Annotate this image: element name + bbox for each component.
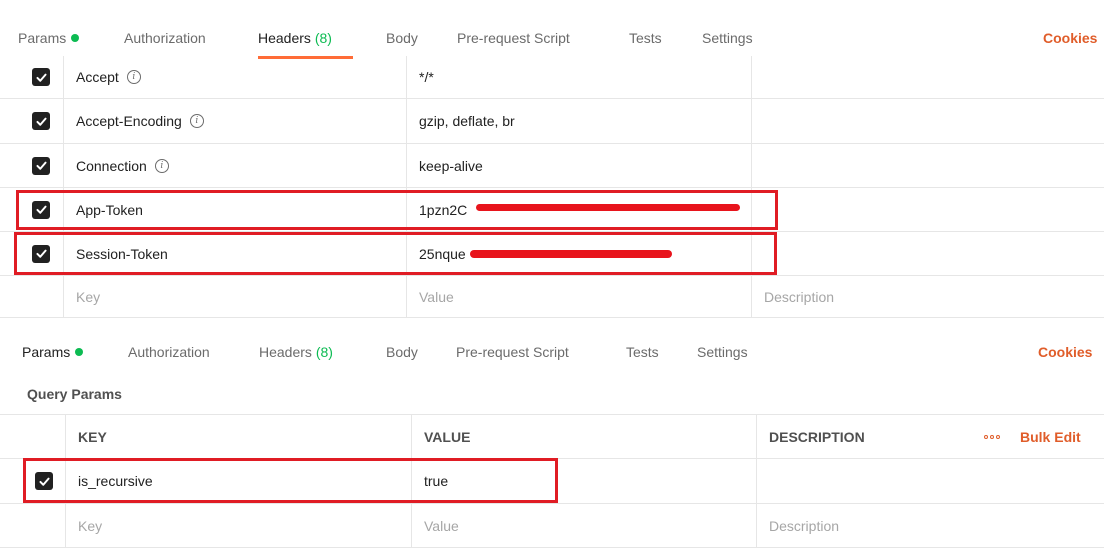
row-checkbox[interactable] xyxy=(32,200,50,219)
check-icon xyxy=(35,205,47,214)
column-header-key: KEY xyxy=(65,415,411,458)
description-placeholder: Description xyxy=(764,288,835,305)
header-value: */* xyxy=(419,69,434,85)
tab-body[interactable]: Body xyxy=(386,19,418,57)
row-checkbox[interactable] xyxy=(32,244,50,263)
new-description-input[interactable]: Description xyxy=(756,504,1104,547)
header-value: gzip, deflate, br xyxy=(419,113,515,129)
tab-settings[interactable]: Settings xyxy=(702,19,753,57)
info-circle-icon[interactable]: i xyxy=(126,70,141,84)
new-param-row: Key Value Description xyxy=(0,504,1104,548)
header-key: App-Token xyxy=(76,201,143,218)
tab-tests[interactable]: Tests xyxy=(626,333,659,371)
tab-headers-label: Headers xyxy=(259,344,312,360)
more-horizontal-icon xyxy=(984,434,1000,439)
param-key: is_recursive xyxy=(78,473,153,489)
key-cell[interactable]: is_recursive xyxy=(65,459,411,503)
tab-tests[interactable]: Tests xyxy=(629,19,662,57)
key-placeholder: Key xyxy=(76,288,101,305)
new-header-row: Key Value Description xyxy=(0,276,1104,318)
tab-authorization[interactable]: Authorization xyxy=(124,19,206,57)
bulk-edit-button[interactable]: Bulk Edit xyxy=(1012,415,1104,458)
new-description-input[interactable]: Description xyxy=(751,276,1104,317)
top-tab-bar: Params Authorization Headers (8) Body Pr… xyxy=(0,19,1104,59)
info-circle-icon[interactable]: i xyxy=(154,158,169,173)
table-row: Accept i */* xyxy=(0,56,1104,99)
row-checkbox[interactable] xyxy=(32,112,50,130)
header-key: Session-Token xyxy=(76,245,168,262)
value-cell[interactable]: gzip, deflate, br xyxy=(406,99,751,143)
tab-prerequest-script[interactable]: Pre-request Script xyxy=(457,19,570,57)
check-icon xyxy=(35,117,47,126)
query-params-table: KEY VALUE DESCRIPTION Bulk Edit is_recur… xyxy=(0,414,1104,548)
description-cell[interactable] xyxy=(756,459,1104,503)
tab-headers-count: (8) xyxy=(315,344,333,360)
more-options-button[interactable] xyxy=(970,415,1012,458)
description-cell[interactable] xyxy=(751,232,1104,275)
tab-body[interactable]: Body xyxy=(386,333,418,371)
key-cell[interactable]: Connection i xyxy=(63,144,406,187)
key-cell[interactable]: Session-Token xyxy=(63,232,406,275)
cookies-link[interactable]: Cookies xyxy=(1043,19,1097,57)
check-icon xyxy=(38,477,50,486)
check-icon xyxy=(35,73,47,82)
cookies-link[interactable]: Cookies xyxy=(1038,333,1092,371)
headers-table: Accept i */* Accept-Encoding i gzip, defla… xyxy=(0,56,1104,318)
value-cell[interactable]: */* xyxy=(406,56,751,98)
tab-prerequest-script[interactable]: Pre-request Script xyxy=(456,333,569,371)
query-params-title: Query Params xyxy=(27,386,122,402)
bottom-tab-bar: Params Authorization Headers (8) Body Pr… xyxy=(0,333,1104,371)
table-row: Accept-Encoding i gzip, deflate, br xyxy=(0,99,1104,144)
tab-params[interactable]: Params xyxy=(22,333,84,371)
column-header-description: DESCRIPTION xyxy=(756,415,970,458)
new-key-input[interactable]: Key xyxy=(65,504,411,547)
check-icon xyxy=(35,161,47,170)
header-key: Accept-Encoding xyxy=(76,113,182,129)
params-dot-icon xyxy=(75,348,84,356)
tab-headers-label: Headers xyxy=(258,30,311,46)
info-circle-icon[interactable]: i xyxy=(189,114,204,128)
redaction-mark xyxy=(470,250,672,258)
tab-authorization[interactable]: Authorization xyxy=(128,333,210,371)
table-header-row: KEY VALUE DESCRIPTION Bulk Edit xyxy=(0,414,1104,459)
tab-headers[interactable]: Headers (8) xyxy=(258,19,332,57)
description-cell[interactable] xyxy=(751,144,1104,187)
row-checkbox[interactable] xyxy=(32,156,50,175)
tab-params-label: Params xyxy=(18,30,67,46)
description-cell[interactable] xyxy=(751,56,1104,98)
column-header-value: VALUE xyxy=(411,415,756,458)
param-value: true xyxy=(424,473,449,489)
tab-params[interactable]: Params xyxy=(18,19,80,57)
new-value-input[interactable]: Value xyxy=(411,504,756,547)
header-value: 1pzn2C xyxy=(419,201,468,218)
redaction-mark xyxy=(476,204,740,211)
check-icon xyxy=(35,249,47,258)
new-key-input[interactable]: Key xyxy=(63,276,406,317)
key-cell[interactable]: App-Token xyxy=(63,188,406,231)
key-cell[interactable]: Accept-Encoding i xyxy=(63,99,406,143)
value-cell[interactable]: keep-alive xyxy=(406,144,751,187)
row-checkbox[interactable] xyxy=(32,68,50,86)
tab-headers[interactable]: Headers (8) xyxy=(259,333,333,371)
header-key: Connection xyxy=(76,157,147,174)
key-placeholder: Key xyxy=(78,517,103,534)
table-row: is_recursive true xyxy=(0,459,1104,504)
params-dot-icon xyxy=(71,34,80,42)
value-cell[interactable]: true xyxy=(411,459,756,503)
header-value: 25nque xyxy=(419,245,466,262)
description-cell[interactable] xyxy=(751,99,1104,143)
value-placeholder: Value xyxy=(419,288,454,305)
tab-headers-count: (8) xyxy=(314,30,332,46)
description-cell[interactable] xyxy=(751,188,1104,231)
tab-settings[interactable]: Settings xyxy=(697,333,748,371)
value-placeholder: Value xyxy=(424,517,459,534)
key-cell[interactable]: Accept i xyxy=(63,56,406,98)
row-checkbox[interactable] xyxy=(35,472,53,490)
header-value: keep-alive xyxy=(419,157,483,174)
tab-params-label: Params xyxy=(22,344,71,360)
description-placeholder: Description xyxy=(769,517,840,534)
header-key: Accept xyxy=(76,69,119,85)
new-value-input[interactable]: Value xyxy=(406,276,751,317)
table-row: Connection i keep-alive xyxy=(0,144,1104,188)
